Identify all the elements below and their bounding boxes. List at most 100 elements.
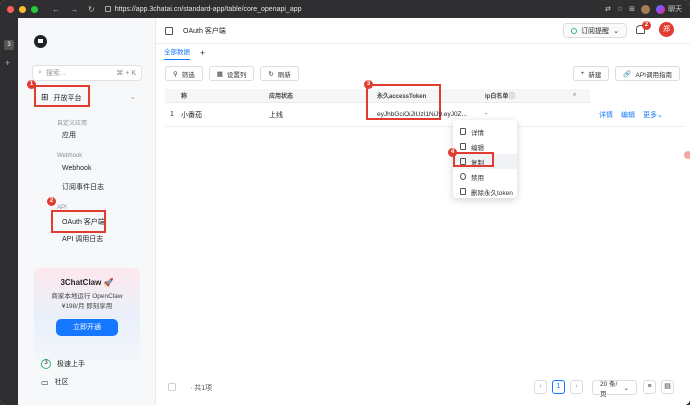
page-title: OAuth 客户端: [183, 27, 226, 35]
app-switcher-bar: 3 +: [0, 18, 18, 405]
maximize-window-button[interactable]: [31, 5, 38, 13]
promo-card: 3ChatClaw 🚀 商家本地运行 OpenClaw ¥198/月 即刻享用 …: [34, 268, 140, 360]
app-logo[interactable]: [34, 35, 47, 48]
menu-item-detail[interactable]: 详情: [453, 124, 517, 139]
circle-icon: [571, 27, 578, 34]
search-placeholder: 搜索...: [45, 70, 66, 77]
refresh-label: 刷新: [277, 71, 291, 79]
prev-page-button[interactable]: ‹: [534, 380, 547, 394]
row-name[interactable]: 小番茄: [181, 103, 202, 126]
tab-all-data[interactable]: 全部数据: [164, 46, 190, 60]
chat-bubble-icon: ▭: [41, 377, 49, 387]
community-item[interactable]: ▭ 社区: [41, 377, 69, 387]
subscribe-reminder-button[interactable]: 订阅提醒 ⌄: [563, 23, 627, 38]
list-view-icon[interactable]: ≡: [643, 380, 656, 394]
new-label: 新建: [588, 71, 602, 79]
menu-item-delete-token[interactable]: 删除永久token: [453, 184, 517, 199]
minimize-window-button[interactable]: [19, 5, 26, 13]
add-view-icon[interactable]: +: [200, 48, 205, 58]
quick-start-item[interactable]: 3 极速上手: [41, 359, 85, 369]
chevron-down-icon[interactable]: ⌄: [130, 93, 136, 101]
back-icon[interactable]: ←: [52, 5, 60, 14]
select-all-checkbox[interactable]: [168, 383, 176, 391]
new-button[interactable]: + 新建: [572, 66, 610, 81]
star-icon[interactable]: ☆: [617, 5, 623, 13]
refresh-button[interactable]: ↻ 刷新: [260, 66, 299, 81]
page-size-label: 20 条/页: [600, 380, 618, 398]
translate-icon[interactable]: ⇄: [605, 5, 611, 13]
nav-arrows: ← → ↻: [52, 5, 95, 14]
forward-icon[interactable]: →: [70, 5, 78, 14]
trash-icon: [460, 188, 466, 195]
section-label-custom-apps: 自定义应用: [57, 121, 88, 127]
gemini-icon: [656, 4, 665, 14]
menu-item-detail-label: 详情: [471, 129, 484, 137]
filter-icon: ⚲: [173, 70, 178, 78]
table-footer: · 共1项 ‹ 1 › 20 条/页 ⌄ ≡ ▤: [165, 380, 685, 398]
menu-item-disable-label: 禁用: [471, 174, 484, 182]
lock-icon: [104, 6, 111, 12]
browser-chrome: ← → ↻ https://app.3chatai.cn/standard-ap…: [0, 0, 690, 18]
document-icon: [460, 128, 466, 135]
filter-button[interactable]: ⚲ 筛选: [165, 66, 203, 81]
page-1-button[interactable]: 1: [552, 380, 565, 394]
profile-avatar[interactable]: [641, 4, 650, 14]
side-float-icon[interactable]: [684, 151, 690, 159]
main-content: OAuth 客户端 订阅提醒 ⌄ 2 郑 全部数据 + ⚲ 筛选 ▦ 设置列 ↻ 刷新…: [156, 18, 690, 405]
api-guide-label: API调用指南: [635, 71, 672, 79]
link-icon: 🔗: [623, 70, 632, 78]
extensions-icon[interactable]: ⊞: [629, 5, 635, 13]
user-avatar[interactable]: 郑: [659, 22, 674, 37]
promo-activate-button[interactable]: 立即开通: [56, 319, 118, 336]
columns-label: 设置列: [226, 71, 247, 79]
total-count-label: 共1项: [194, 385, 213, 392]
row-edit-link[interactable]: 编辑: [621, 103, 635, 126]
refresh-icon: ↻: [268, 70, 274, 78]
search-shortcut: ⌘ + K: [116, 70, 136, 77]
chat-label: 聊天: [668, 6, 682, 13]
annotation-box-2: [51, 210, 106, 233]
grid-view-icon[interactable]: ▤: [661, 380, 674, 394]
annotation-badge-3: 3: [364, 80, 373, 89]
header-name[interactable]: 称: [181, 89, 187, 102]
section-label-webhook: Webhook: [57, 153, 83, 159]
filter-label: 筛选: [181, 71, 195, 79]
menu-item-delete-token-label: 删除永久token: [471, 189, 513, 197]
row-index: 1: [170, 111, 174, 118]
api-guide-button[interactable]: 🔗 API调用指南: [615, 66, 680, 81]
page-size-select[interactable]: 20 条/页 ⌄: [592, 380, 637, 398]
address-bar[interactable]: https://app.3chatai.cn/standard-app/tabl…: [104, 6, 302, 13]
sidebar-item-apps[interactable]: 应用: [62, 130, 76, 140]
columns-button[interactable]: ▦ 设置列: [208, 66, 255, 81]
promo-title: 3ChatClaw 🚀: [60, 278, 114, 287]
sidebar-item-api-log[interactable]: API 调用日志: [62, 234, 103, 244]
reload-icon[interactable]: ↻: [88, 5, 95, 14]
sidebar-item-webhook[interactable]: Webhook: [62, 165, 91, 172]
chevron-down-icon: ⌄: [657, 111, 663, 119]
next-page-button[interactable]: ›: [570, 380, 583, 394]
sidebar-toggle-icon[interactable]: [165, 26, 173, 35]
promo-line-1: 商家本地运行 OpenClaw: [51, 293, 123, 300]
help-icon[interactable]: ⓘ: [509, 89, 515, 102]
window-controls: [7, 5, 38, 13]
menu-item-disable[interactable]: 禁用: [453, 169, 517, 184]
row-detail-link[interactable]: 详情: [599, 103, 613, 126]
header-status[interactable]: 应用状态: [269, 89, 293, 102]
promo-line-2: ¥198/月 即刻享用: [61, 303, 113, 310]
sidebar-item-event-log[interactable]: 订阅事件日志: [62, 182, 104, 192]
url-text[interactable]: https://app.3chatai.cn/standard-app/tabl…: [115, 6, 302, 13]
chevron-down-icon: ⌄: [623, 384, 629, 392]
header-ip-whitelist[interactable]: Ip白名单: [485, 89, 508, 102]
row-more-link[interactable]: 更多 ⌄: [643, 103, 663, 126]
add-workspace-icon[interactable]: +: [5, 58, 10, 68]
workspace-icon[interactable]: 3: [4, 40, 14, 50]
annotation-box-4: [453, 152, 494, 167]
notification-badge: 2: [642, 21, 651, 30]
promo-subtitle: 商家本地运行 OpenClaw ¥198/月 即刻享用: [34, 292, 140, 312]
table-row[interactable]: 1 小番茄 上线 eyJhbGciOiJIUzI1NiJ9.eyJ0Z... -…: [165, 103, 685, 127]
search-icon[interactable]: ⌕: [573, 89, 576, 102]
chat-button[interactable]: 聊天: [656, 4, 682, 14]
close-window-button[interactable]: [7, 5, 14, 13]
search-input[interactable]: ⌕ 搜索... ⌘ + K: [32, 65, 142, 81]
menu-item-edit-label: 编辑: [471, 144, 484, 152]
